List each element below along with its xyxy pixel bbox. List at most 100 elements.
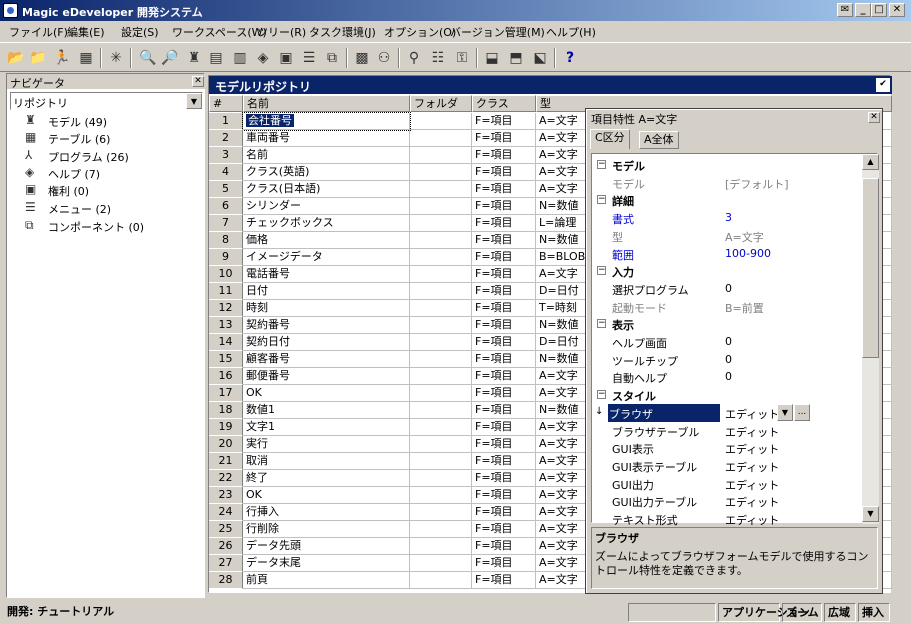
row-class[interactable]: F=項目 xyxy=(472,334,536,351)
property-row[interactable]: 型 A=文字 xyxy=(592,227,862,245)
row-folder[interactable] xyxy=(410,453,472,470)
model-icon[interactable]: ♜ xyxy=(184,48,204,68)
row-name[interactable]: 名前 xyxy=(243,147,410,164)
row-folder[interactable] xyxy=(410,232,472,249)
row-class[interactable]: F=項目 xyxy=(472,249,536,266)
row-class[interactable]: F=項目 xyxy=(472,521,536,538)
row-number[interactable]: 2 xyxy=(209,130,243,147)
row-class[interactable]: F=項目 xyxy=(472,436,536,453)
row-folder[interactable] xyxy=(410,436,472,453)
row-class[interactable]: F=項目 xyxy=(472,130,536,147)
scroll-up-icon[interactable]: ▲ xyxy=(862,154,879,170)
row-folder[interactable] xyxy=(410,113,472,130)
property-row[interactable]: 起動モード B=前置 xyxy=(592,298,862,316)
row-number[interactable]: 18 xyxy=(209,402,243,419)
row-folder[interactable] xyxy=(410,130,472,147)
row-name[interactable]: 実行 xyxy=(243,436,410,453)
row-folder[interactable] xyxy=(410,334,472,351)
tab-section[interactable]: C区分 xyxy=(590,129,630,149)
row-name[interactable]: OK xyxy=(243,385,410,402)
property-category[interactable]: − スタイル xyxy=(592,386,862,404)
collapse-icon[interactable]: − xyxy=(597,195,606,205)
row-folder[interactable] xyxy=(410,283,472,300)
property-row[interactable]: 自動ヘルプ 0 xyxy=(592,368,862,386)
row-name[interactable]: クラス(日本語) xyxy=(243,181,410,198)
ellipsis-button[interactable]: ... xyxy=(794,403,810,421)
row-number[interactable]: 14 xyxy=(209,334,243,351)
open-project-icon[interactable]: 📁 xyxy=(28,48,48,68)
row-name[interactable]: 時刻 xyxy=(243,300,410,317)
help-icon[interactable]: ◈ xyxy=(253,48,273,68)
checkin-icon[interactable]: ⬓ xyxy=(482,48,502,68)
row-number[interactable]: 6 xyxy=(209,198,243,215)
row-number[interactable]: 13 xyxy=(209,317,243,334)
row-number[interactable]: 25 xyxy=(209,521,243,538)
property-row[interactable]: ツールチップ 0 xyxy=(592,351,862,369)
row-name[interactable]: チェックボックス xyxy=(243,215,410,232)
row-name[interactable]: 前頁 xyxy=(243,572,410,589)
row-name[interactable]: 郵便番号 xyxy=(243,368,410,385)
row-number[interactable]: 9 xyxy=(209,249,243,266)
open-folder-icon[interactable]: 📂 xyxy=(6,48,26,68)
key-icon[interactable]: ⚿ xyxy=(452,48,472,68)
menu-tree[interactable]: ツリー(R) xyxy=(257,24,306,40)
navigator-close-button[interactable]: ✕ xyxy=(192,76,204,87)
row-name[interactable]: クラス(英語) xyxy=(243,164,410,181)
row-class[interactable]: F=項目 xyxy=(472,419,536,436)
row-number[interactable]: 4 xyxy=(209,164,243,181)
property-row[interactable]: ブラウザテーブル エディット xyxy=(592,422,862,440)
row-number[interactable]: 5 xyxy=(209,181,243,198)
property-row[interactable]: GUI出力テーブル エディット xyxy=(592,492,862,510)
property-close-button[interactable]: ✕ xyxy=(868,112,880,123)
row-number[interactable]: 20 xyxy=(209,436,243,453)
row-name[interactable]: シリンダー xyxy=(243,198,410,215)
row-class[interactable]: F=項目 xyxy=(472,113,536,130)
row-number[interactable]: 27 xyxy=(209,555,243,572)
row-number[interactable]: 11 xyxy=(209,283,243,300)
menu-task-env[interactable]: タスク環境(J) xyxy=(309,24,376,40)
row-class[interactable]: F=項目 xyxy=(472,453,536,470)
row-folder[interactable] xyxy=(410,181,472,198)
row-folder[interactable] xyxy=(410,198,472,215)
row-number[interactable]: 26 xyxy=(209,538,243,555)
column-header-number[interactable]: # xyxy=(209,95,243,112)
row-name[interactable]: 契約日付 xyxy=(243,334,410,351)
user-icon[interactable]: ⚲ xyxy=(404,48,424,68)
property-row[interactable]: テキスト形式 エディット xyxy=(592,510,862,528)
collapse-icon[interactable]: − xyxy=(597,160,606,169)
row-folder[interactable] xyxy=(410,419,472,436)
row-folder[interactable] xyxy=(410,572,472,589)
row-folder[interactable] xyxy=(410,249,472,266)
row-number[interactable]: 23 xyxy=(209,487,243,504)
row-number[interactable]: 21 xyxy=(209,453,243,470)
rights-icon[interactable]: ▣ xyxy=(276,48,296,68)
menu-file[interactable]: ファイル(F) xyxy=(9,24,68,40)
row-name[interactable]: 契約番号 xyxy=(243,317,410,334)
row-folder[interactable] xyxy=(410,521,472,538)
column-header-name[interactable]: 名前 xyxy=(243,95,410,112)
row-folder[interactable] xyxy=(410,487,472,504)
row-class[interactable]: F=項目 xyxy=(472,232,536,249)
row-folder[interactable] xyxy=(410,368,472,385)
debug-icon[interactable]: ▦ xyxy=(76,48,96,68)
find-icon[interactable]: 🔍 xyxy=(138,48,158,68)
row-number[interactable]: 16 xyxy=(209,368,243,385)
properties-icon[interactable]: ▩ xyxy=(352,48,372,68)
history-icon[interactable]: ⬕ xyxy=(530,48,550,68)
check-icon[interactable]: ✔ xyxy=(876,78,890,92)
menu-icon[interactable]: ☰ xyxy=(299,48,319,68)
property-category[interactable]: − 表示 xyxy=(592,315,862,333)
row-name[interactable]: 取消 xyxy=(243,453,410,470)
row-class[interactable]: F=項目 xyxy=(472,317,536,334)
program-icon[interactable]: ▥ xyxy=(230,48,250,68)
row-folder[interactable] xyxy=(410,538,472,555)
property-row[interactable]: ヘルプ画面 0 xyxy=(592,333,862,351)
row-number[interactable]: 7 xyxy=(209,215,243,232)
collapse-icon[interactable]: − xyxy=(597,319,606,329)
row-folder[interactable] xyxy=(410,402,472,419)
row-class[interactable]: F=項目 xyxy=(472,368,536,385)
row-name[interactable]: 顧客番号 xyxy=(243,351,410,368)
minimize-button[interactable]: _ xyxy=(855,3,871,17)
row-number[interactable]: 17 xyxy=(209,385,243,402)
run-icon[interactable]: 🏃 xyxy=(52,48,72,68)
